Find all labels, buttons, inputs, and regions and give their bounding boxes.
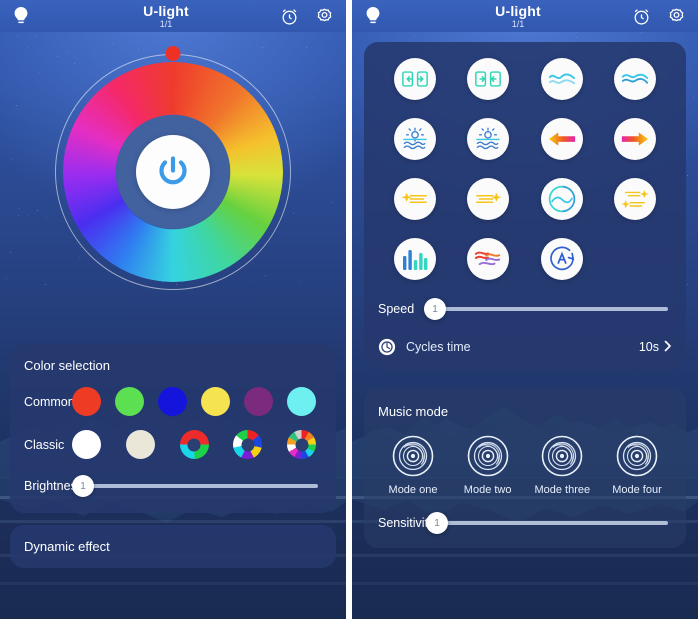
- music-mode-title: Music mode: [378, 404, 672, 419]
- classic-swatches: [72, 430, 322, 459]
- effect-flow-right-icon[interactable]: [614, 118, 656, 160]
- commonly-swatch-2[interactable]: [115, 387, 144, 416]
- music-mode-four[interactable]: Mode four: [602, 435, 672, 496]
- commonly-swatch-4[interactable]: [201, 387, 230, 416]
- warm-white-swatch[interactable]: [126, 430, 155, 459]
- commonly-swatch-5[interactable]: [244, 387, 273, 416]
- effects-grid: [378, 58, 672, 280]
- effect-breathe-icon[interactable]: [541, 178, 583, 220]
- alarm-clock-icon[interactable]: [280, 7, 299, 26]
- color-wheel-area: [0, 32, 346, 332]
- brightness-slider[interactable]: 1: [72, 475, 318, 497]
- effect-sunrise-icon[interactable]: [394, 118, 436, 160]
- speed-row: Speed 1: [378, 298, 672, 320]
- header-actions: [632, 7, 686, 26]
- app-header: U-light 1/1: [352, 0, 698, 32]
- effect-sunset-icon[interactable]: [467, 118, 509, 160]
- three-color-wheel[interactable]: [180, 430, 209, 459]
- effect-jump-in-icon[interactable]: [394, 58, 436, 100]
- music-mode-two[interactable]: Mode two: [453, 435, 523, 496]
- gear-icon[interactable]: [315, 7, 334, 26]
- cycles-time-label: Cycles time: [406, 340, 471, 354]
- speed-label: Speed: [378, 302, 424, 316]
- speed-track[interactable]: [436, 307, 668, 311]
- cycles-time-row[interactable]: Cycles time 10s: [378, 338, 672, 356]
- effect-ripple-icon[interactable]: [467, 238, 509, 280]
- vinyl-disc-icon: [392, 435, 434, 477]
- phone-right: U-light 1/1 Speed 1 Cycles time 10s Musi…: [352, 0, 698, 619]
- speed-slider[interactable]: 1: [424, 298, 668, 320]
- brightness-row: Brightness 1: [24, 475, 322, 497]
- sensitivity-row: Sensitivity 1: [378, 512, 672, 534]
- dynamic-effect-title: Dynamic effect: [24, 539, 322, 554]
- music-mode-label: Mode one: [389, 484, 438, 496]
- color-wheel[interactable]: [63, 62, 283, 282]
- cycles-time-value: 10s: [639, 340, 659, 354]
- classic-label: Classic: [24, 438, 72, 452]
- multi-color-wheel[interactable]: [287, 430, 316, 459]
- commonly-swatch-3[interactable]: [158, 387, 187, 416]
- commonly-swatch-1[interactable]: [72, 387, 101, 416]
- chevron-right-icon: [664, 340, 672, 355]
- vinyl-disc-icon: [616, 435, 658, 477]
- music-modes-grid: Mode one Mode two Mode three Mode four: [378, 435, 672, 496]
- sensitivity-slider[interactable]: 1: [426, 512, 668, 534]
- effect-auto-icon[interactable]: [541, 238, 583, 280]
- effect-equalizer-icon[interactable]: [394, 238, 436, 280]
- page-counter: 1/1: [404, 20, 632, 29]
- sensitivity-label: Sensitivity: [378, 516, 426, 530]
- effect-meteor-left-icon[interactable]: [394, 178, 436, 220]
- effect-meteor-right-icon[interactable]: [467, 178, 509, 220]
- brightness-track[interactable]: [84, 484, 318, 488]
- dynamic-effect-card[interactable]: Dynamic effect: [10, 525, 336, 568]
- cycle-icon: [378, 338, 396, 356]
- music-mode-card: Music mode Mode one Mode two Mode three Mod…: [364, 388, 686, 548]
- music-mode-three[interactable]: Mode three: [527, 435, 597, 496]
- dynamic-effects-card: Speed 1 Cycles time 10s: [364, 42, 686, 370]
- header-actions: [280, 7, 334, 26]
- effect-single-wave-icon[interactable]: [541, 58, 583, 100]
- commonly-swatches: [72, 387, 322, 416]
- color-selection-card: Color selection Commonly Classic Brightn…: [10, 344, 336, 513]
- effect-double-meteor-icon[interactable]: [614, 178, 656, 220]
- music-mode-label: Mode four: [612, 484, 662, 496]
- gear-icon[interactable]: [667, 7, 686, 26]
- alarm-clock-icon[interactable]: [632, 7, 651, 26]
- commonly-swatch-6[interactable]: [287, 387, 316, 416]
- screenshot-stage: U-light 1/1 Color selection Commonly Cla…: [0, 0, 698, 619]
- brightness-thumb[interactable]: 1: [72, 475, 94, 497]
- music-mode-label: Mode three: [534, 484, 590, 496]
- effect-jump-out-icon[interactable]: [467, 58, 509, 100]
- commonly-label: Commonly: [24, 395, 72, 409]
- sensitivity-thumb[interactable]: 1: [426, 512, 448, 534]
- white-swatch[interactable]: [72, 430, 101, 459]
- bulb-icon[interactable]: [12, 6, 52, 26]
- power-button[interactable]: [136, 135, 210, 209]
- effect-flow-left-icon[interactable]: [541, 118, 583, 160]
- bulb-icon[interactable]: [364, 6, 404, 26]
- speed-thumb[interactable]: 1: [424, 298, 446, 320]
- app-header: U-light 1/1: [0, 0, 346, 32]
- brightness-label: Brightness: [24, 479, 72, 493]
- music-mode-label: Mode two: [464, 484, 512, 496]
- cycles-time-value-group[interactable]: 10s: [639, 340, 672, 355]
- page-title: U-light: [404, 4, 632, 18]
- wheel-handle[interactable]: [166, 46, 181, 61]
- vinyl-disc-icon: [467, 435, 509, 477]
- seven-color-wheel[interactable]: [233, 430, 262, 459]
- color-selection-title: Color selection: [24, 358, 322, 373]
- sensitivity-track[interactable]: [438, 521, 668, 525]
- vinyl-disc-icon: [541, 435, 583, 477]
- effect-double-wave-icon[interactable]: [614, 58, 656, 100]
- music-mode-one[interactable]: Mode one: [378, 435, 448, 496]
- header-titles: U-light 1/1: [52, 4, 280, 29]
- commonly-row: Commonly: [24, 387, 322, 416]
- classic-row: Classic: [24, 430, 322, 459]
- phone-left: U-light 1/1 Color selection Commonly Cla…: [0, 0, 346, 619]
- page-counter: 1/1: [52, 20, 280, 29]
- page-title: U-light: [52, 4, 280, 18]
- header-titles: U-light 1/1: [404, 4, 632, 29]
